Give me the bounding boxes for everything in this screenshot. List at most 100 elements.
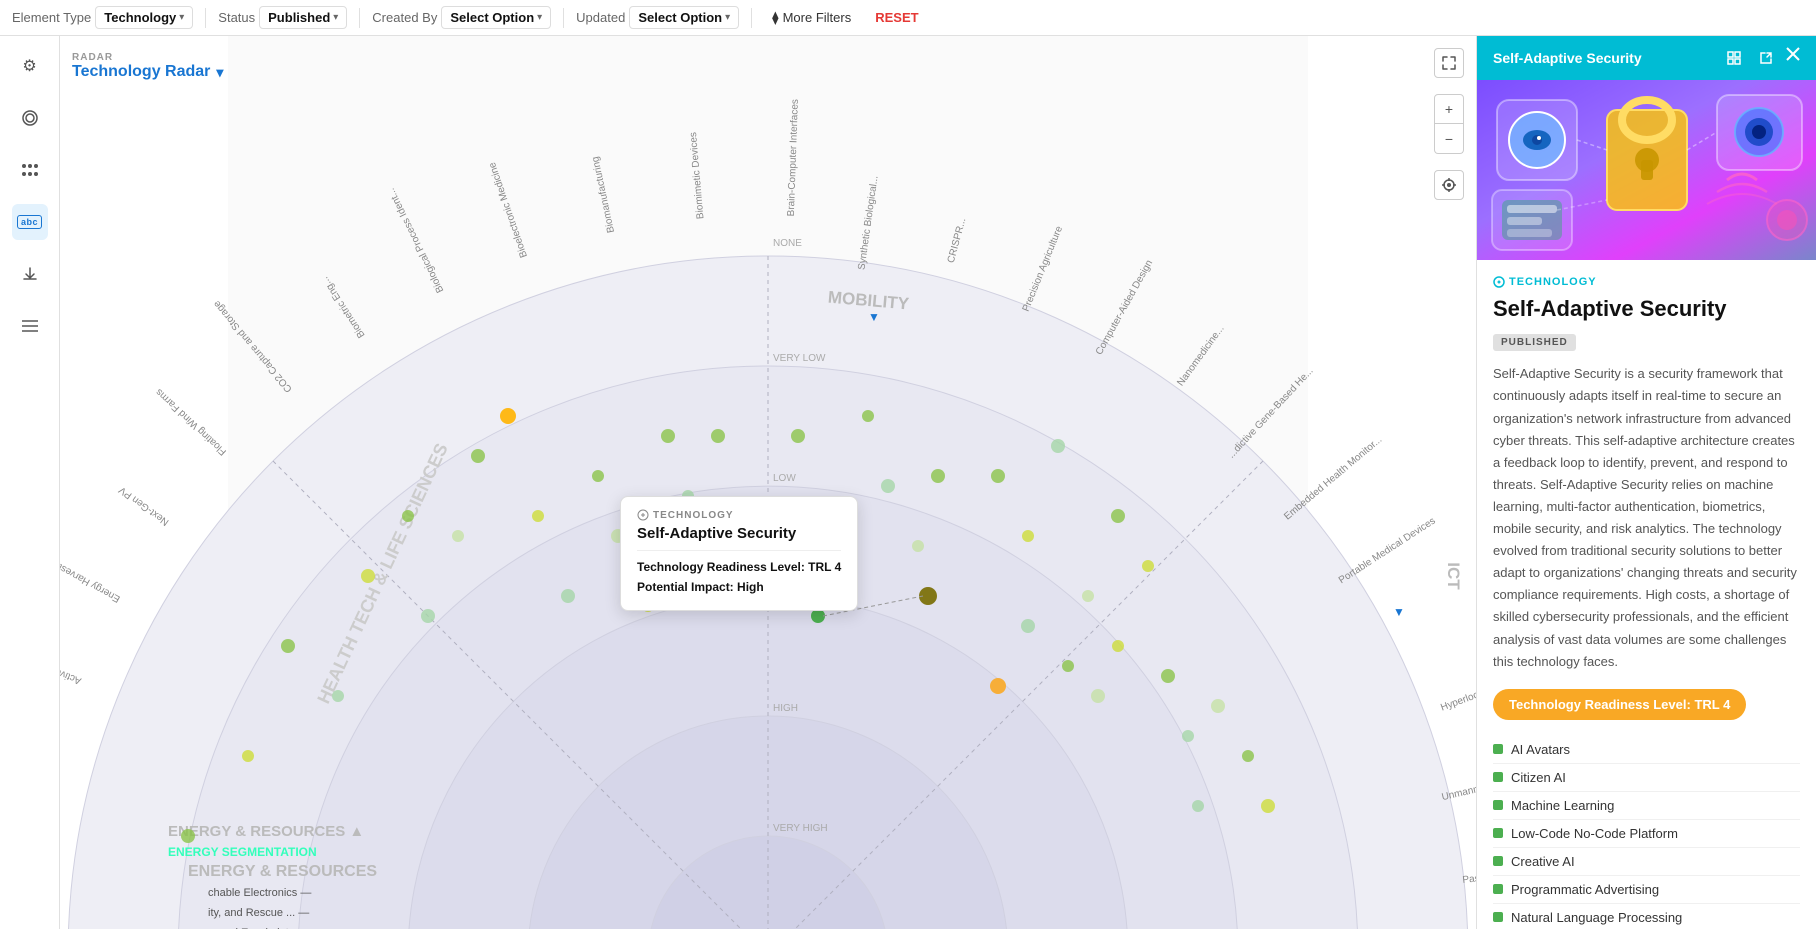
radar-area: RADAR Technology Radar ▾ + −: [60, 36, 1476, 929]
related-item-label: Citizen AI: [1511, 770, 1566, 785]
created-by-dropdown[interactable]: Select Option ▾: [441, 6, 551, 29]
list-item[interactable]: AI Avatars: [1493, 736, 1800, 764]
related-dot-icon: [1493, 856, 1503, 866]
trl-label-panel: Technology Readiness Level:: [1509, 697, 1691, 712]
left-sidebar: ⚙ abc: [0, 36, 60, 929]
updated-value: Select Option: [638, 10, 722, 25]
related-item-label: AI Avatars: [1511, 742, 1570, 757]
related-item-label: Machine Learning: [1511, 798, 1614, 813]
svg-text:Next-Gen PV: Next-Gen PV: [117, 484, 171, 528]
panel-status-badge: PUBLISHED: [1493, 334, 1576, 351]
status-dropdown[interactable]: Published ▾: [259, 6, 347, 29]
svg-text:ity, and Rescue ... —: ity, and Rescue ... —: [208, 907, 309, 919]
sidebar-download-icon[interactable]: [12, 256, 48, 292]
tooltip-divider: [637, 550, 841, 551]
related-item-label: Natural Language Processing: [1511, 910, 1682, 925]
radar-title[interactable]: Technology Radar ▾: [72, 63, 223, 81]
chevron-down-icon: ▾: [537, 12, 542, 23]
svg-text:VERY HIGH: VERY HIGH: [773, 823, 828, 834]
svg-text:Active Energy Storage: Active Energy Storage: [60, 639, 83, 687]
chevron-down-icon: ▾: [725, 12, 730, 23]
filter-bar: Element Type Technology ▾ Status Publish…: [0, 0, 1816, 36]
list-item[interactable]: Programmatic Advertising: [1493, 876, 1800, 904]
panel-image: [1477, 80, 1816, 260]
list-item[interactable]: Machine Learning: [1493, 792, 1800, 820]
text-label: abc: [17, 215, 42, 229]
list-item[interactable]: Citizen AI: [1493, 764, 1800, 792]
chevron-down-icon: ▾: [179, 12, 184, 23]
svg-text:Passenger Drones: Passenger Drones: [1462, 866, 1476, 886]
filter-icon: ⧫: [772, 10, 778, 26]
radar-title-text: Technology Radar: [72, 63, 210, 81]
panel-main-title: Self-Adaptive Security: [1493, 296, 1800, 322]
list-item[interactable]: Low-Code No-Code Platform: [1493, 820, 1800, 848]
list-item[interactable]: Natural Language Processing: [1493, 904, 1800, 929]
related-dot-icon: [1493, 884, 1503, 894]
svg-text:ENERGY & RESOURCES ▲: ENERGY & RESOURCES ▲: [168, 823, 364, 840]
related-dot-icon: [1493, 772, 1503, 782]
zoom-out-button[interactable]: −: [1434, 124, 1464, 154]
svg-text:▼: ▼: [868, 310, 880, 324]
panel-image-background: [1477, 80, 1816, 260]
more-filters-button[interactable]: ⧫ More Filters: [764, 7, 859, 29]
sidebar-dots-icon[interactable]: [12, 152, 48, 188]
radar-header: RADAR Technology Radar ▾: [72, 52, 223, 81]
impact-label: Potential Impact:: [637, 580, 734, 594]
related-dot-icon: [1493, 828, 1503, 838]
zoom-in-button[interactable]: +: [1434, 94, 1464, 124]
created-by-filter: Created By Select Option ▾: [372, 6, 551, 29]
sidebar-gear-icon[interactable]: ⚙: [12, 48, 48, 84]
updated-label: Updated: [576, 10, 625, 25]
related-item-label: Programmatic Advertising: [1511, 882, 1659, 897]
divider: [359, 8, 360, 28]
svg-text:VERY LOW: VERY LOW: [773, 353, 826, 364]
list-item[interactable]: Creative AI: [1493, 848, 1800, 876]
tooltip-impact: Potential Impact: High: [637, 577, 841, 597]
related-items-list: AI Avatars Citizen AI Machine Learning L…: [1493, 736, 1800, 929]
svg-text:HIGH: HIGH: [773, 703, 798, 714]
panel-expand-icon[interactable]: [1722, 46, 1746, 70]
fullscreen-button[interactable]: [1434, 48, 1464, 78]
tooltip-type: TECHNOLOGY: [637, 509, 841, 521]
tooltip-trl: Technology Readiness Level: TRL 4: [637, 557, 841, 577]
svg-text:Floating Wind Farms: Floating Wind Farms: [154, 386, 229, 457]
radar-type-label: RADAR: [72, 52, 223, 63]
element-type-filter: Element Type Technology ▾: [12, 6, 193, 29]
panel-close-button[interactable]: [1786, 46, 1800, 70]
panel-tech-label: TECHNOLOGY: [1493, 276, 1800, 288]
svg-text:▼: ▼: [1393, 605, 1405, 619]
panel-description: Self-Adaptive Security is a security fra…: [1493, 363, 1800, 672]
svg-text:LOW: LOW: [773, 473, 796, 484]
impact-value: High: [737, 580, 764, 594]
panel-external-icon[interactable]: [1754, 46, 1778, 70]
reset-button[interactable]: RESET: [867, 7, 926, 28]
panel-header-icons: [1722, 46, 1800, 70]
chevron-down-icon: ▾: [333, 12, 338, 23]
created-by-value: Select Option: [450, 10, 534, 25]
related-dot-icon: [1493, 800, 1503, 810]
chevron-down-icon: ▾: [216, 64, 223, 81]
svg-text:ICT: ICT: [1444, 562, 1463, 590]
svg-text:ENERGY SEGMENTATION: ENERGY SEGMENTATION: [168, 845, 317, 859]
svg-text:ENERGY & RESOURCES: ENERGY & RESOURCES: [188, 863, 377, 880]
related-dot-icon: [1493, 744, 1503, 754]
main-layout: ⚙ abc: [0, 36, 1816, 929]
panel-title-header: Self-Adaptive Security: [1493, 50, 1642, 66]
tooltip-meta: Technology Readiness Level: TRL 4 Potent…: [637, 557, 841, 598]
updated-filter: Updated Select Option ▾: [576, 6, 739, 29]
element-type-dropdown[interactable]: Technology ▾: [95, 6, 193, 29]
svg-text:Portable Medical Devices: Portable Medical Devices: [1337, 516, 1438, 587]
sidebar-list-icon[interactable]: [12, 308, 48, 344]
trl-label: Technology Readiness Level:: [637, 560, 805, 574]
svg-text:NONE: NONE: [773, 238, 802, 249]
sidebar-layers-icon[interactable]: [12, 100, 48, 136]
locate-button[interactable]: [1434, 170, 1464, 200]
updated-dropdown[interactable]: Select Option ▾: [629, 6, 739, 29]
element-type-value: Technology: [104, 10, 176, 25]
panel-trl-badge: Technology Readiness Level: TRL 4: [1493, 689, 1746, 720]
status-value: Published: [268, 10, 330, 25]
sidebar-text-icon[interactable]: abc: [12, 204, 48, 240]
created-by-label: Created By: [372, 10, 437, 25]
radar-tooltip: TECHNOLOGY Self-Adaptive Security Techno…: [620, 496, 858, 611]
svg-text:chable Electronics —: chable Electronics —: [208, 887, 311, 899]
